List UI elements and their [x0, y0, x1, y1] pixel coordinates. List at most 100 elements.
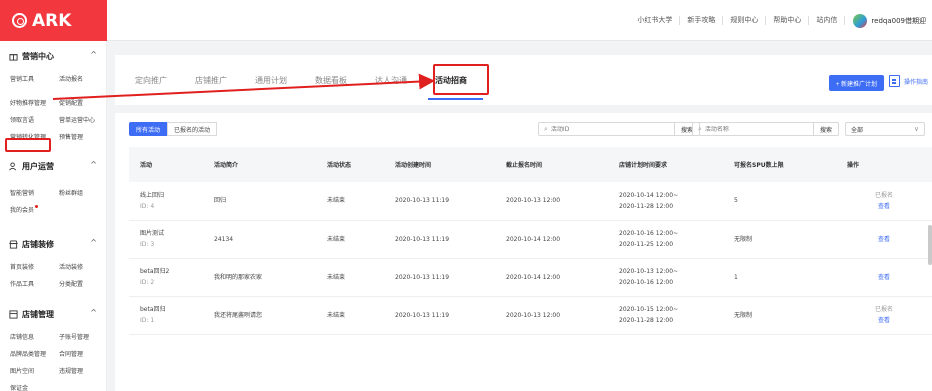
- new-plan-button[interactable]: + 新建推广计划: [828, 75, 884, 91]
- top-bar: ARK 小红书大学 新手攻略 规则中心 帮助中心 站内信 redqa009借期迎: [0, 0, 932, 41]
- sidebar-section-title: 营销中心: [22, 52, 54, 61]
- sidebar-section-shop-manage[interactable]: 店铺管理 ^: [9, 308, 97, 320]
- filter-buttons: 所有活动 已报名的活动: [129, 122, 218, 136]
- plan-time-end: 2020-10-16 12:00: [619, 279, 674, 286]
- chevron-up-icon[interactable]: ^: [90, 50, 97, 59]
- created-cell: 2020-10-13 11:19: [384, 258, 495, 297]
- logo-mark-icon: [12, 13, 27, 28]
- activity-id-input[interactable]: [550, 125, 661, 133]
- activity-cell: 线上回归 ID: 4: [129, 182, 203, 221]
- sidebar-item-design-tools[interactable]: 作品工具: [10, 279, 34, 288]
- new-dot-icon: [35, 205, 39, 208]
- sidebar-item-smart-marketing[interactable]: 智能营销: [10, 188, 34, 197]
- sidebar-section-shop-decor[interactable]: 店铺装修 ^: [9, 238, 97, 250]
- description-cell: 回归: [203, 182, 316, 221]
- sidebar-item-contracts[interactable]: 合同管理: [59, 349, 83, 358]
- sidebar-item-shop-info[interactable]: 店铺信息: [10, 332, 34, 341]
- sidebar-item-product-recommend[interactable]: 好物推荐管理: [10, 98, 46, 107]
- sidebar-item-home-decor[interactable]: 首页装修: [10, 262, 34, 271]
- scrollbar[interactable]: [928, 225, 932, 265]
- view-link[interactable]: 查看: [878, 274, 890, 281]
- view-link[interactable]: 查看: [878, 203, 890, 210]
- sidebar-item-activity-signup[interactable]: 活动报名: [59, 74, 83, 83]
- chevron-up-icon[interactable]: ^: [90, 238, 97, 247]
- logo-text: ARK: [32, 10, 72, 31]
- sidebar-section-marketing[interactable]: 营销中心 ^: [9, 50, 97, 62]
- tab-data-board[interactable]: 数据看板: [315, 75, 347, 86]
- logo[interactable]: ARK: [0, 0, 107, 41]
- top-nav-link-help[interactable]: 帮助中心: [766, 16, 810, 25]
- deadline-cell: 2020-10-13 12:00: [495, 182, 608, 221]
- column-header-status: 活动状态: [316, 147, 384, 182]
- activity-cell: 图片测试 ID: 3: [129, 220, 203, 259]
- activity-name: 图片测试: [140, 230, 165, 237]
- plan-time-cell: 2020-10-16 12:00~ 2020-11-25 12:00: [608, 220, 723, 259]
- activity-id: ID: 4: [140, 202, 155, 210]
- sidebar-item-order-ops[interactable]: 营单运营中心: [59, 115, 95, 124]
- view-link[interactable]: 查看: [878, 236, 890, 243]
- shop-icon: [9, 240, 18, 249]
- description-cell: 我还将尾酱咧请您: [203, 296, 316, 335]
- sidebar-item-promo-config[interactable]: 促销配置: [59, 98, 83, 107]
- guide-label: 操作指南: [903, 78, 928, 86]
- tab-creator-comm[interactable]: 达人沟通: [375, 75, 407, 86]
- sidebar-item-activity-decor[interactable]: 活动装修: [59, 262, 83, 271]
- tab-general-plan[interactable]: 通用计划: [255, 75, 287, 86]
- deadline-cell: 2020-10-14 12:00: [495, 258, 608, 297]
- activity-name: 线上回归: [140, 191, 165, 199]
- top-nav-link-university[interactable]: 小红书大学: [630, 16, 681, 25]
- guide-link[interactable]: 操作指南: [888, 75, 928, 87]
- sidebar-item-membership[interactable]: 我的会员: [10, 205, 39, 214]
- avatar[interactable]: [853, 13, 868, 28]
- status-select[interactable]: 全部 ∨: [845, 122, 925, 136]
- sidebar-item-presale[interactable]: 预售管理: [59, 132, 83, 141]
- top-nav-link-rules[interactable]: 规则中心: [723, 16, 767, 25]
- column-header-plan-time: 店铺计划时间要求: [608, 147, 723, 182]
- chevron-up-icon[interactable]: ^: [90, 160, 97, 169]
- sidebar-item-brand-category[interactable]: 品牌品类管理: [10, 349, 46, 358]
- sidebar-item-category-config[interactable]: 分类配置: [59, 279, 83, 288]
- plan-time-start: 2020-10-16 12:00~: [619, 230, 679, 237]
- status-cell: 未结束: [316, 182, 384, 221]
- sidebar-item-coupons[interactable]: 领取言语: [10, 115, 34, 124]
- column-header-created: 活动创建时间: [384, 147, 495, 182]
- actions-cell: 查看: [836, 258, 932, 297]
- top-nav-link-guide[interactable]: 新手攻略: [680, 16, 724, 25]
- top-nav-link-messages[interactable]: 站内信: [809, 16, 846, 25]
- tab-shop-promo[interactable]: 店铺推广: [195, 75, 227, 86]
- filter-all-activities[interactable]: 所有活动: [129, 122, 168, 136]
- search-icon: ⌕: [544, 124, 548, 133]
- activity-id: ID: 2: [140, 279, 155, 286]
- sidebar-item-sub-accounts[interactable]: 子账号管理: [59, 332, 89, 341]
- filter-signed-up[interactable]: 已报名的活动: [167, 122, 218, 136]
- chevron-up-icon[interactable]: ^: [90, 308, 97, 317]
- plan-time-start: 2020-10-14 12:00~: [619, 191, 679, 199]
- sidebar-item-deposit[interactable]: 保证金: [10, 383, 28, 391]
- chevron-down-icon: ∨: [913, 125, 919, 133]
- highlight-box: [433, 64, 489, 95]
- activity-name-search-button[interactable]: 搜索: [812, 122, 838, 136]
- column-header-deadline: 截止报名时间: [495, 147, 608, 182]
- plan-time-start: 2020-10-13 12:00~: [619, 268, 679, 275]
- sidebar-item-image-space[interactable]: 图片空间: [10, 366, 34, 375]
- tab-targeted-promo[interactable]: 定向推广: [135, 75, 167, 86]
- sidebar-item-fan-groups[interactable]: 粉丝群组: [59, 188, 83, 197]
- tabs-card: 定向推广 店铺推广 通用计划 数据看板 达人沟通 活动招商 + 新建推广计划 操…: [115, 55, 932, 105]
- username[interactable]: redqa009借期迎: [871, 16, 926, 26]
- activity-name-input[interactable]: [704, 125, 795, 133]
- column-header-activity: 活动: [129, 147, 203, 182]
- actions-cell: 已报名 查看: [836, 296, 932, 335]
- created-cell: 2020-10-13 11:19: [384, 182, 495, 221]
- sidebar: 营销中心 ^ 营销工具 活动报名 好物推荐管理 促销配置 领取言语 营单运营中心…: [0, 41, 107, 391]
- sidebar-section-title: 店铺装修: [22, 240, 54, 249]
- sidebar-item-marketing-tools[interactable]: 营销工具: [10, 74, 34, 83]
- highlight-box: [5, 138, 51, 152]
- activity-table: 活动 活动简介 活动状态 活动创建时间 截止报名时间 店铺计划时间要求 可报名S…: [129, 147, 932, 335]
- sidebar-section-user-ops[interactable]: 用户运营 ^: [9, 160, 97, 172]
- view-link[interactable]: 查看: [878, 317, 890, 324]
- created-cell: 2020-10-13 11:19: [384, 220, 495, 259]
- sidebar-item-violations[interactable]: 违规管理: [59, 366, 83, 375]
- activity-list-card: 所有活动 已报名的活动 ⌕ 搜索 ⌕ 搜索 全部 ∨ 活动 活动简介 活动状态 …: [115, 113, 932, 391]
- users-icon: [9, 162, 17, 171]
- description-cell: 我和明的那家农家: [203, 258, 316, 297]
